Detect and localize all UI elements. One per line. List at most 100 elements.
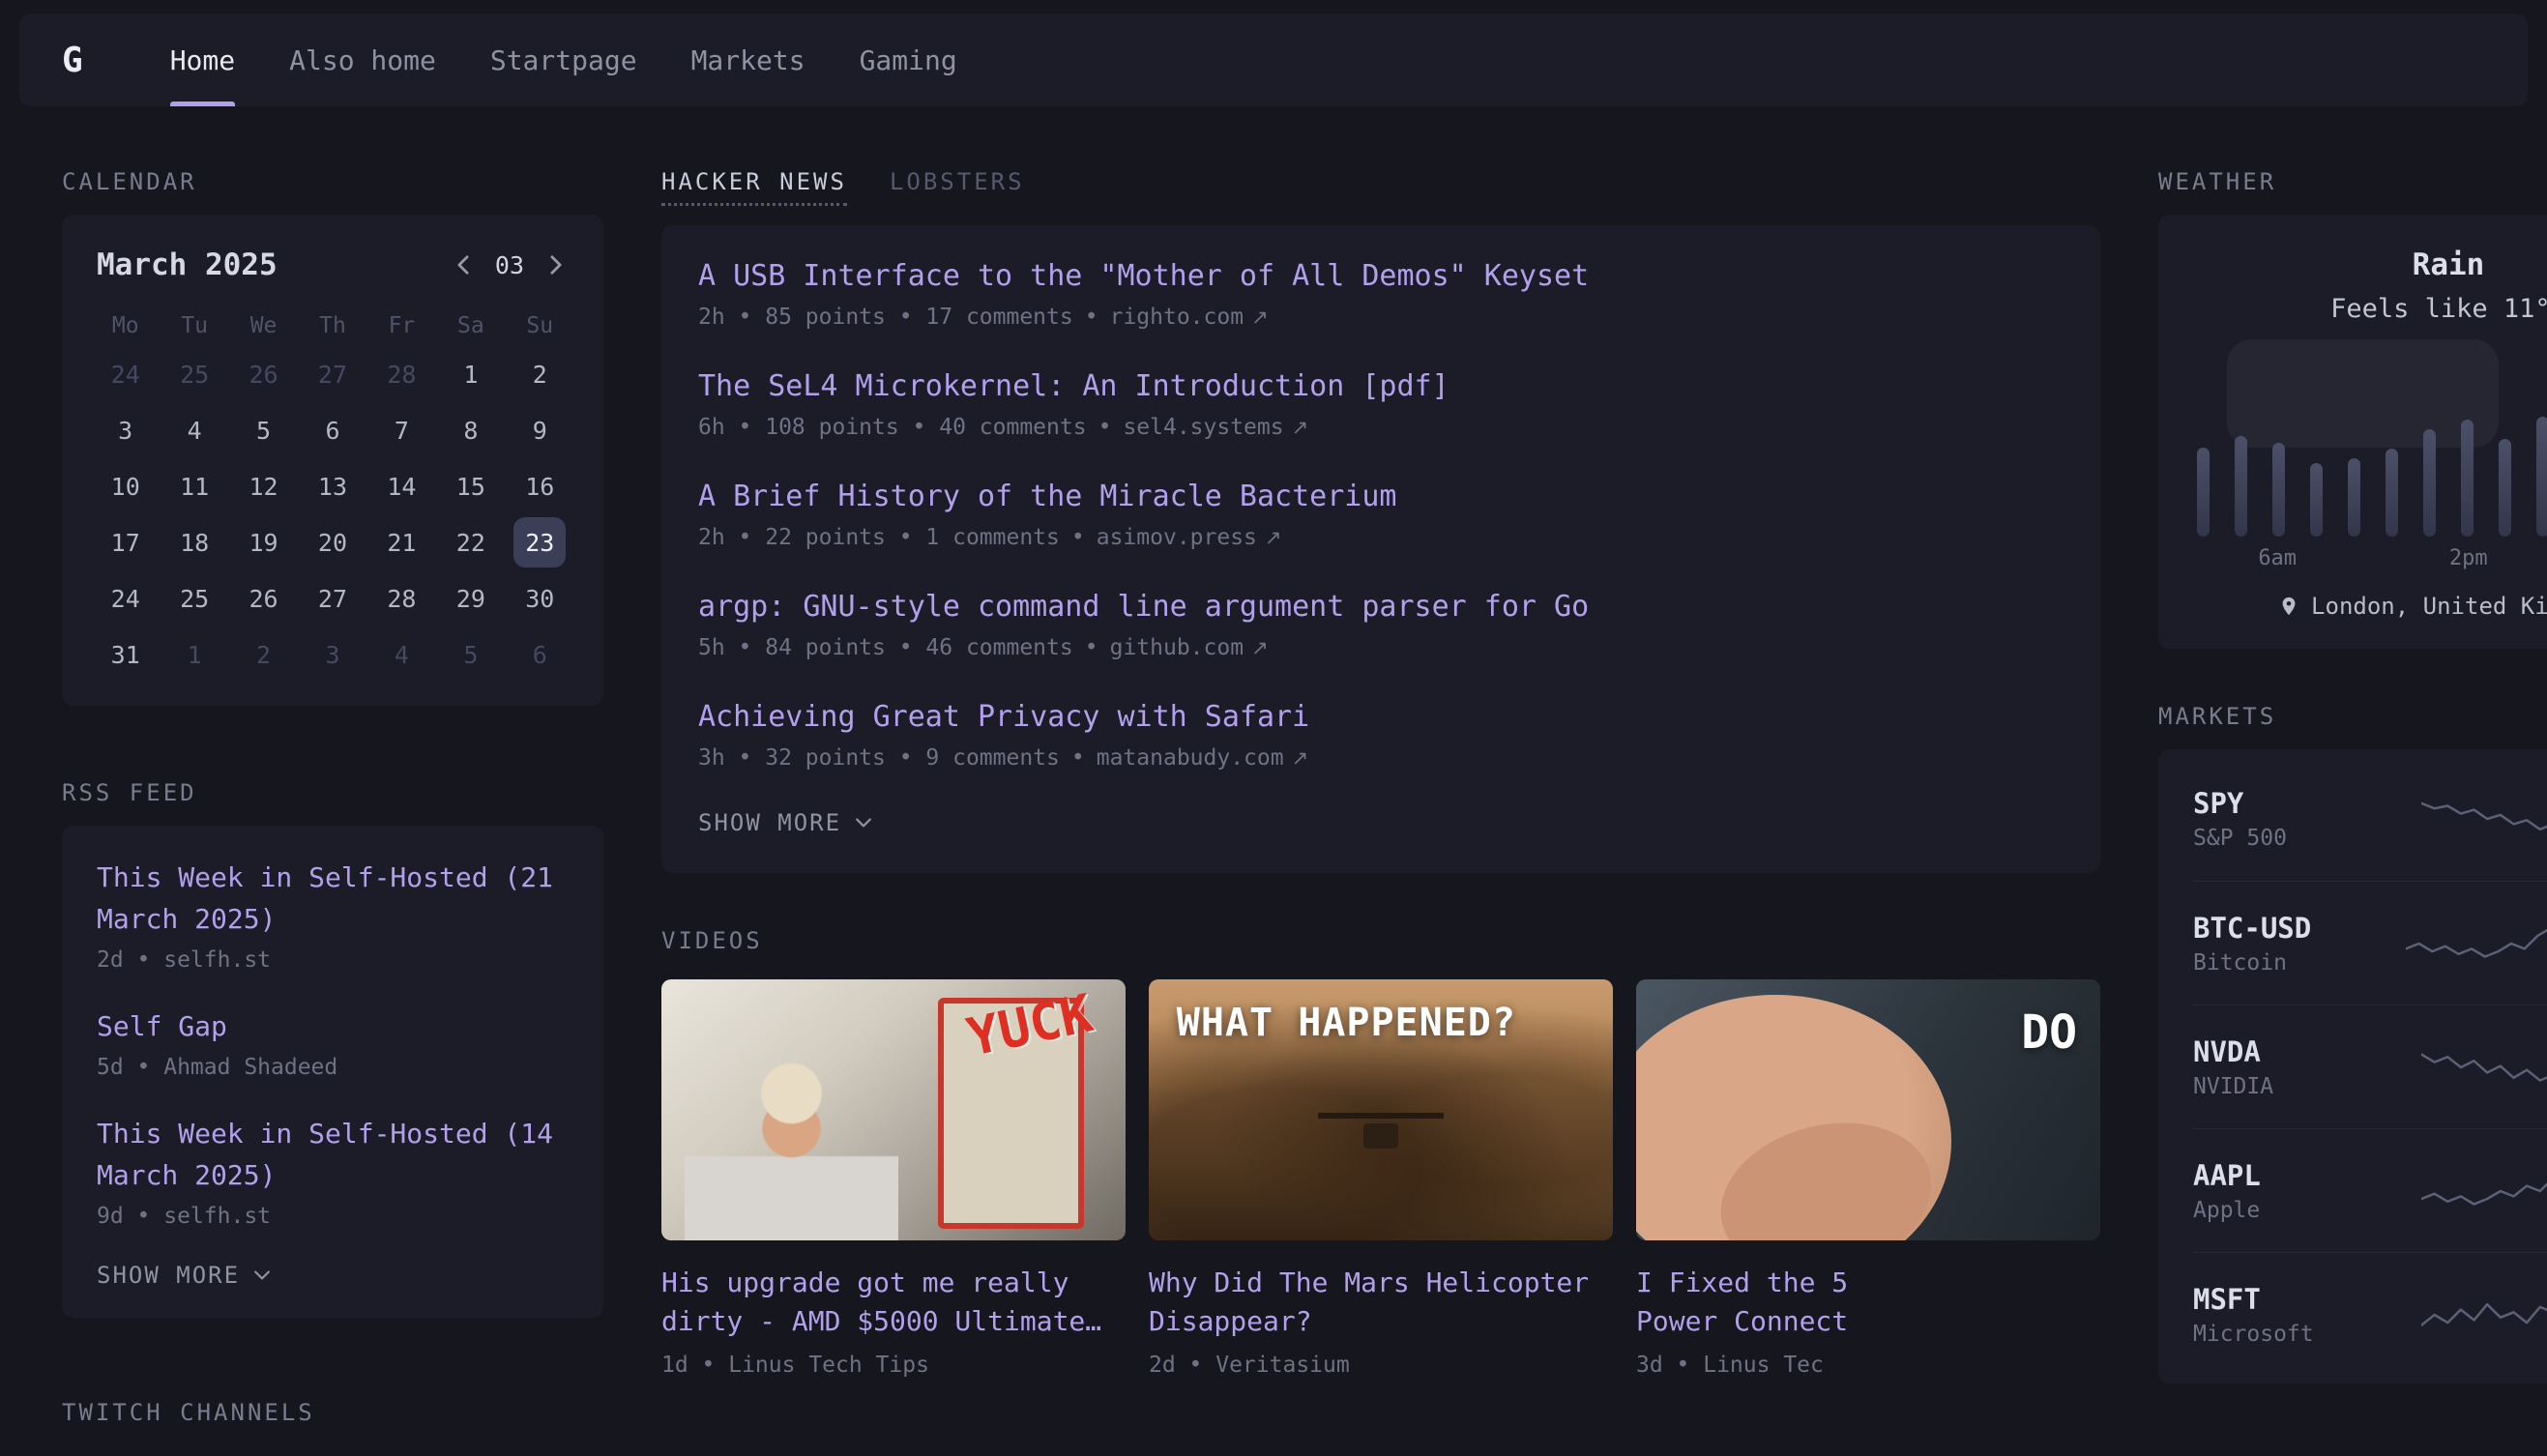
news-title-link[interactable]: A USB Interface to the "Mother of All De… (698, 258, 1589, 295)
calendar-next-button[interactable] (543, 250, 569, 279)
video-card[interactable]: DO I Fixed the 5 Power Connect 3d • Linu… (1636, 979, 2100, 1378)
rss-item-link[interactable]: This Week in Self-Hosted (14 March 2025) (97, 1113, 569, 1196)
hacker-news-widget: A USB Interface to the "Mother of All De… (661, 225, 2100, 873)
thumbnail-overlay-text: DO (2021, 1005, 2077, 1062)
tab-lobsters[interactable]: LOBSTERS (890, 168, 1025, 195)
news-title-link[interactable]: argp: GNU-style command line argument pa… (698, 589, 1589, 626)
calendar-day-number: 7 (375, 405, 427, 455)
market-row[interactable]: NVDA NVIDIA -0.70% $117.70 (2193, 1005, 2547, 1128)
weather-bar (2461, 420, 2474, 537)
right-column: WEATHER Rain Feels like 11°C 12° (2158, 168, 2547, 1426)
rss-item-meta: 9d • selfh.st (97, 1204, 569, 1229)
calendar-day: 27 (298, 570, 366, 626)
news-source-link[interactable]: matanabudy.com ↗ (1071, 745, 1308, 771)
news-domain-text: righto.com (1110, 305, 1244, 330)
video-card[interactable]: WHAT HAPPENED? Why Did The Mars Helicopt… (1149, 979, 1613, 1378)
calendar-day: 30 (506, 570, 574, 626)
calendar-day: 12 (229, 458, 298, 514)
chevron-left-icon (454, 254, 472, 276)
calendar-day: 15 (436, 458, 505, 514)
external-link-icon: ↗ (1265, 526, 1282, 549)
market-row[interactable]: SPY S&P 500 -0.27% $563.98 (2193, 757, 2547, 881)
market-row[interactable]: BTC-USD Bitcoin +1.39% $84,999.29 (2193, 881, 2547, 1005)
thumbnail-overlay-text: YUCK (962, 982, 1098, 1068)
news-meta-text: 6h • 108 points • 40 comments (698, 415, 1087, 440)
video-title-link[interactable]: Why Did The Mars Helicopter Disappear? (1149, 1264, 1613, 1341)
calendar-day-number: 2 (238, 629, 290, 680)
weather-bar (2235, 436, 2247, 537)
app-logo[interactable]: G (62, 41, 83, 80)
video-title-link[interactable]: I Fixed the 5 Power Connect (1636, 1264, 2100, 1341)
calendar-day-number: 19 (238, 517, 290, 568)
external-link-icon: ↗ (1292, 746, 1309, 770)
news-title-link[interactable]: The SeL4 Microkernel: An Introduction [p… (698, 368, 1449, 405)
calendar-month-number: 03 (495, 251, 524, 279)
nav-tab-label: Markets (691, 44, 805, 76)
video-card[interactable]: YUCK His upgrade got me really dirty - A… (661, 979, 1126, 1378)
rss-item-link[interactable]: This Week in Self-Hosted (21 March 2025) (97, 857, 569, 940)
calendar-day: 20 (298, 514, 366, 570)
calendar-day: 3 (298, 626, 366, 683)
news-meta-text: 5h • 84 points • 46 comments (698, 635, 1073, 660)
nav-tabs: Home Also home Startpage Markets Gaming (170, 14, 957, 106)
nav-tab-label: Home (170, 44, 235, 76)
nav-tab[interactable]: Gaming (860, 14, 957, 106)
market-identity: MSFT Microsoft (2193, 1283, 2406, 1347)
calendar-day-number: 6 (307, 405, 359, 455)
calendar-day: 19 (229, 514, 298, 570)
calendar-day: 29 (436, 570, 505, 626)
calendar-day: 21 (367, 514, 436, 570)
calendar-day-number: 25 (168, 349, 220, 399)
nav-tab[interactable]: Also home (289, 14, 436, 106)
news-source-link[interactable]: github.com ↗ (1085, 635, 1269, 660)
video-thumbnail[interactable]: YUCK (661, 979, 1126, 1240)
rss-show-more-button[interactable]: SHOW MORE (97, 1262, 271, 1289)
news-show-more-button[interactable]: SHOW MORE (698, 809, 872, 836)
news-title-link[interactable]: Achieving Great Privacy with Safari (698, 699, 1309, 736)
calendar-day-number: 15 (445, 461, 497, 511)
calendar-day-number: 17 (100, 517, 152, 568)
weather-time-axis: 6am 2pm 10pm (2197, 546, 2547, 575)
rss-heading: RSS FEED (62, 779, 603, 806)
news-title-link[interactable]: A Brief History of the Miracle Bacterium (698, 479, 1396, 515)
nav-tab[interactable]: Startpage (490, 14, 637, 106)
rss-item-link[interactable]: Self Gap (97, 1005, 569, 1047)
news-source-link[interactable]: sel4.systems ↗ (1098, 415, 1309, 440)
calendar-day: 25 (160, 570, 228, 626)
video-title-link[interactable]: His upgrade got me really dirty - AMD $5… (661, 1264, 1126, 1341)
left-column: CALENDAR March 2025 03 Mo (62, 168, 603, 1426)
calendar-day: 25 (160, 346, 228, 402)
weather-bar (2348, 458, 2360, 537)
news-meta: 2h • 85 points • 17 comments righto.com … (698, 305, 2064, 330)
video-thumbnail[interactable]: DO (1636, 979, 2100, 1240)
calendar-day-number: 3 (307, 629, 359, 680)
calendar-day-number: 26 (238, 349, 290, 399)
nav-tab[interactable]: Markets (691, 14, 805, 106)
calendar-day-number: 13 (307, 461, 359, 511)
calendar-day-number: 24 (100, 349, 152, 399)
market-row[interactable]: AAPL Apple +1.95% $218.27 (2193, 1128, 2547, 1252)
market-sparkline (2421, 793, 2547, 845)
tab-hacker-news[interactable]: HACKER NEWS (661, 168, 847, 206)
calendar-prev-button[interactable] (451, 250, 476, 279)
rss-item: This Week in Self-Hosted (14 March 2025)… (97, 1113, 569, 1229)
calendar-day: 11 (160, 458, 228, 514)
calendar-day: 5 (436, 626, 505, 683)
news-source-link[interactable]: righto.com ↗ (1085, 305, 1269, 330)
market-sparkline (2421, 1289, 2547, 1341)
news-source-link[interactable]: asimov.press ↗ (1071, 525, 1282, 550)
market-row[interactable]: MSFT Microsoft +1.14% $391.26 (2193, 1252, 2547, 1376)
top-nav: G Home Also home Startpage Markets Gamin… (19, 14, 2528, 106)
sparkline-path (2421, 1298, 2547, 1325)
news-item: A Brief History of the Miracle Bacterium… (698, 479, 2064, 550)
calendar-day-number: 24 (100, 573, 152, 624)
calendar-day-number: 1 (445, 349, 497, 399)
calendar-day: 5 (229, 402, 298, 458)
nav-tab[interactable]: Home (170, 14, 235, 106)
calendar-grid: 24 25 26 27 28 (91, 346, 574, 683)
news-domain-text: sel4.systems (1123, 415, 1283, 440)
calendar-day: 17 (91, 514, 160, 570)
weather-location: London, United Kingdom (2197, 593, 2547, 620)
calendar-day-number: 22 (445, 517, 497, 568)
video-thumbnail[interactable]: WHAT HAPPENED? (1149, 979, 1613, 1240)
